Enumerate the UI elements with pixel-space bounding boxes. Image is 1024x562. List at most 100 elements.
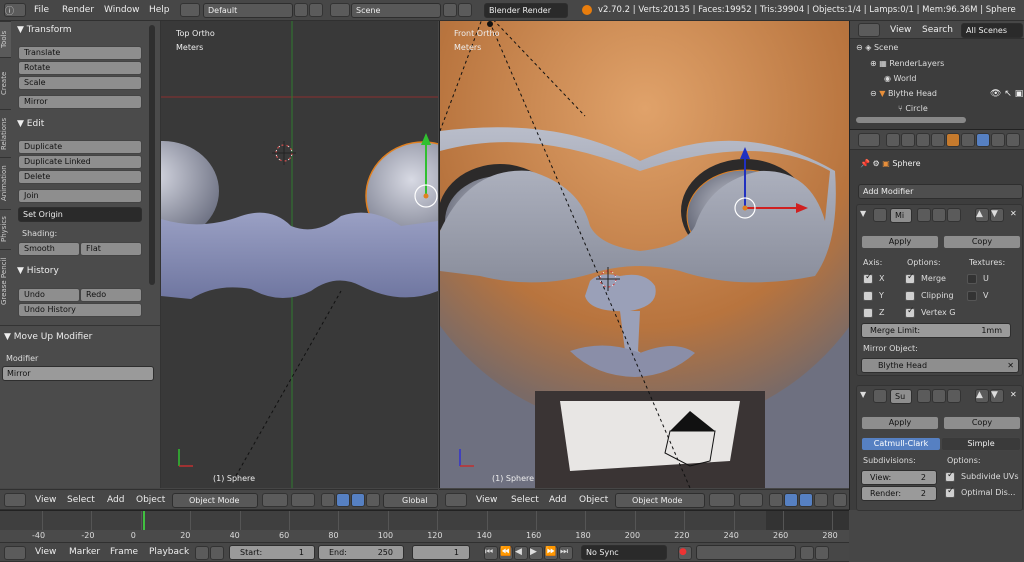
auto-keyframe-record-icon[interactable]: ● bbox=[678, 546, 692, 560]
left-shading-select[interactable] bbox=[262, 493, 288, 507]
preview-range-icon[interactable] bbox=[195, 546, 209, 560]
outliner-item-renderlayers[interactable]: ⊕ ▦ RenderLayers bbox=[870, 59, 944, 68]
transform-panel-title[interactable]: ▼ Transform bbox=[17, 25, 72, 35]
mirror-move-up-icon[interactable]: ▲ bbox=[975, 208, 989, 222]
left-rotate-manipulator-icon[interactable] bbox=[351, 493, 365, 507]
right-pivot-select[interactable] bbox=[739, 493, 763, 507]
outliner-menu-search[interactable]: Search bbox=[922, 25, 953, 35]
menu-window[interactable]: Window bbox=[104, 5, 140, 15]
operator-modifier-field[interactable]: Mirror bbox=[2, 366, 154, 381]
subdivide-uvs-checkbox[interactable] bbox=[945, 470, 955, 482]
mirror-axis-x-checkbox[interactable] bbox=[863, 272, 873, 284]
left-menu-object[interactable]: Object bbox=[136, 495, 165, 505]
tool-shelf-scrollbar[interactable] bbox=[149, 25, 155, 285]
left-translate-manipulator-icon[interactable] bbox=[336, 493, 350, 507]
mirror-u-checkbox[interactable] bbox=[967, 274, 977, 284]
jump-prev-keyframe-icon[interactable]: ⏪ bbox=[499, 546, 513, 560]
undo-history-button[interactable]: Undo History bbox=[18, 303, 142, 317]
viewport-top-ortho[interactable]: Top Ortho Meters (1) Sphere bbox=[161, 21, 438, 488]
start-frame-field[interactable]: Start: 1 bbox=[229, 545, 315, 560]
delete-keyframe-icon[interactable] bbox=[815, 546, 829, 560]
right-menu-object[interactable]: Object bbox=[579, 495, 608, 505]
outliner-item-world[interactable]: ◉ World bbox=[884, 74, 916, 83]
smooth-button[interactable]: Smooth bbox=[18, 242, 80, 256]
viewport-front-ortho[interactable]: Front Ortho Meters (1) Sphere bbox=[439, 21, 849, 488]
add-scene-icon[interactable] bbox=[443, 3, 457, 17]
subsurf-view-levels-field[interactable]: View: 2 bbox=[861, 470, 937, 485]
scene-field[interactable]: Scene bbox=[351, 3, 441, 18]
screen-layout-icon[interactable] bbox=[180, 3, 200, 17]
tab-tools[interactable]: Tools bbox=[0, 21, 11, 57]
timeline[interactable]: -40 -20 0 20 40 60 80 100 120 140 160 180 200 220 240 2… bbox=[0, 510, 849, 542]
subsurf-apply-button[interactable]: Apply bbox=[861, 416, 939, 430]
material-context-icon[interactable] bbox=[1006, 133, 1020, 147]
outliner-menu-view[interactable]: View bbox=[890, 25, 911, 35]
timeline-current-frame-marker[interactable] bbox=[143, 511, 145, 530]
left-pivot-select[interactable] bbox=[291, 493, 315, 507]
outliner-item-circle[interactable]: ⑂ Circle bbox=[898, 104, 928, 113]
outliner-scrollbar[interactable] bbox=[856, 117, 966, 123]
tab-grease-pencil[interactable]: Grease Pencil bbox=[0, 249, 11, 313]
subsurf-render-levels-field[interactable]: Render: 2 bbox=[861, 486, 937, 501]
timeline-editor-icon[interactable] bbox=[4, 546, 26, 560]
left-menu-add[interactable]: Add bbox=[107, 495, 124, 505]
mirror-vertex-groups-checkbox[interactable] bbox=[905, 306, 915, 318]
mirror-name-field[interactable]: Mi bbox=[890, 208, 912, 223]
mirror-object-clear-icon[interactable]: ✕ bbox=[1007, 361, 1014, 370]
undo-button[interactable]: Undo bbox=[18, 288, 80, 302]
outliner-display-select[interactable]: All Scenes bbox=[961, 23, 1023, 38]
right-menu-select[interactable]: Select bbox=[511, 495, 539, 505]
add-modifier-select[interactable]: Add Modifier bbox=[858, 184, 1023, 199]
mirror-remove-icon[interactable]: ✕ bbox=[1010, 209, 1017, 218]
left-menu-view[interactable]: View bbox=[35, 495, 56, 505]
subsurf-move-down-icon[interactable]: ▼ bbox=[990, 389, 1004, 403]
timeline-menu-view[interactable]: View bbox=[35, 547, 56, 557]
catmull-clark-tab[interactable]: Catmull-Clark bbox=[861, 437, 941, 451]
redo-button[interactable]: Redo bbox=[80, 288, 142, 302]
duplicate-button[interactable]: Duplicate bbox=[18, 140, 142, 154]
jump-start-icon[interactable]: ⏮ bbox=[484, 546, 498, 560]
subsurf-viewport-toggle-icon[interactable] bbox=[932, 389, 946, 403]
scale-button[interactable]: Scale bbox=[18, 76, 142, 90]
jump-next-keyframe-icon[interactable]: ⏩ bbox=[544, 546, 558, 560]
lock-frame-icon[interactable] bbox=[210, 546, 224, 560]
render-layers-context-icon[interactable] bbox=[901, 133, 915, 147]
join-button[interactable]: Join bbox=[18, 189, 142, 203]
subsurf-copy-button[interactable]: Copy bbox=[943, 416, 1021, 430]
keying-set-field[interactable] bbox=[696, 545, 796, 560]
mirror-axis-z-checkbox[interactable] bbox=[863, 308, 873, 318]
info-editor-icon[interactable]: ⓘ bbox=[4, 3, 26, 17]
editor-type-icon-right[interactable] bbox=[445, 493, 467, 507]
subsurf-render-toggle-icon[interactable] bbox=[917, 389, 931, 403]
optimal-display-checkbox[interactable] bbox=[945, 486, 955, 498]
render-engine-select[interactable]: Blender Render bbox=[484, 3, 568, 18]
right-translate-manipulator-icon[interactable] bbox=[784, 493, 798, 507]
mirror-object-field[interactable]: Blythe Head ✕ bbox=[861, 358, 1019, 373]
right-orientation-select[interactable] bbox=[833, 493, 847, 507]
object-context-icon[interactable] bbox=[946, 133, 960, 147]
subsurf-remove-icon[interactable]: ✕ bbox=[1010, 390, 1017, 399]
delete-button[interactable]: Delete bbox=[18, 170, 142, 184]
left-menu-select[interactable]: Select bbox=[67, 495, 95, 505]
screen-layout-field[interactable]: Default bbox=[203, 3, 293, 18]
render-context-icon[interactable] bbox=[886, 133, 900, 147]
subsurf-move-up-icon[interactable]: ▲ bbox=[975, 389, 989, 403]
translate-button[interactable]: Translate bbox=[18, 46, 142, 60]
play-icon[interactable]: ▶ bbox=[529, 546, 543, 560]
right-menu-add[interactable]: Add bbox=[549, 495, 566, 505]
right-scale-manipulator-icon[interactable] bbox=[814, 493, 828, 507]
play-reverse-icon[interactable]: ◀ bbox=[514, 546, 528, 560]
menu-render[interactable]: Render bbox=[62, 5, 94, 15]
timeline-ruler[interactable] bbox=[0, 530, 849, 542]
world-context-icon[interactable] bbox=[931, 133, 945, 147]
scene-context-icon[interactable] bbox=[916, 133, 930, 147]
timeline-menu-playback[interactable]: Playback bbox=[149, 547, 189, 557]
end-frame-field[interactable]: End: 250 bbox=[318, 545, 404, 560]
add-layout-icon[interactable] bbox=[294, 3, 308, 17]
mirror-axis-y-checkbox[interactable] bbox=[863, 291, 873, 301]
menu-file[interactable]: File bbox=[34, 5, 49, 15]
mirror-clipping-checkbox[interactable] bbox=[905, 291, 915, 301]
insert-keyframe-icon[interactable] bbox=[800, 546, 814, 560]
editor-type-icon-left[interactable] bbox=[4, 493, 26, 507]
mirror-move-down-icon[interactable]: ▼ bbox=[990, 208, 1004, 222]
